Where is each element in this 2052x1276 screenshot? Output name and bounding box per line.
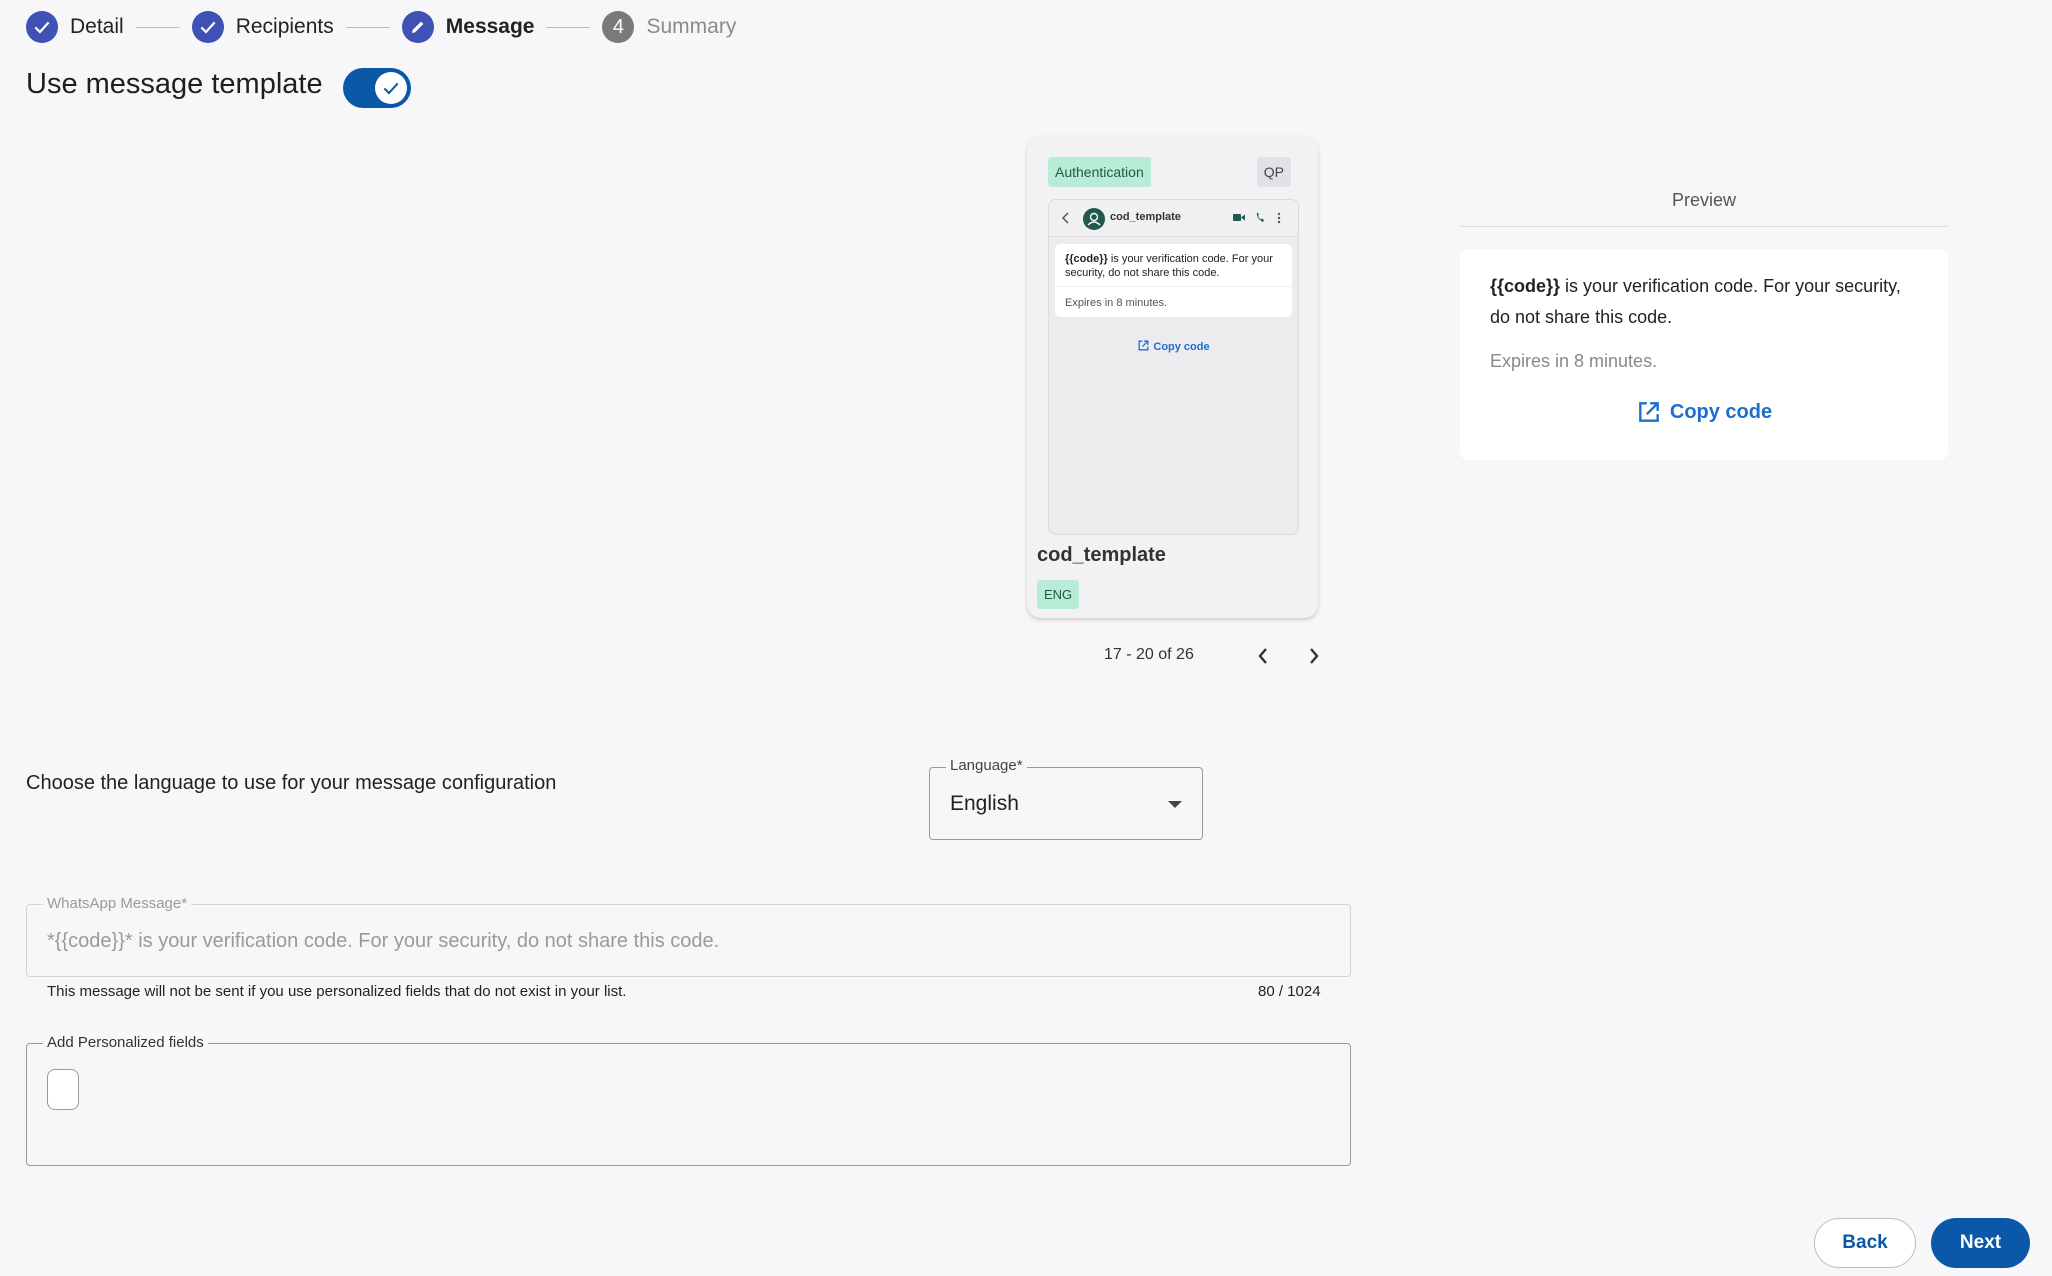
phone-mockup: cod_template {{code}} is your verificati… (1048, 199, 1299, 535)
step-connector (135, 26, 180, 28)
step-message[interactable]: Message (401, 11, 535, 43)
phone-copy-code-button: Copy code (1049, 339, 1298, 353)
step-label: Message (445, 15, 535, 38)
user-icon (1087, 212, 1101, 226)
language-select[interactable]: Language* English (929, 757, 1203, 840)
whatsapp-message-field[interactable]: WhatsApp Message* *{{code}}* is your ver… (26, 895, 1351, 977)
personalized-fields-box: Add Personalized fields (26, 1034, 1351, 1166)
pagination-label: 17 - 20 of 26 (1104, 646, 1194, 663)
external-link-icon (1639, 402, 1659, 422)
character-counter: 80 / 1024 (1258, 983, 1321, 1000)
use-template-label: Use message template (26, 68, 323, 100)
phone-message-text: {{code}} is your verification code. For … (1065, 253, 1273, 279)
avatar (1083, 208, 1105, 230)
more-vert-icon (1277, 212, 1281, 224)
back-arrow-icon (1061, 212, 1069, 224)
next-button[interactable]: Next (1931, 1218, 2030, 1268)
language-label: Language* (946, 757, 1027, 774)
chevron-right-icon (1310, 648, 1319, 664)
preview-message-text: {{code}} is your verification code. For … (1490, 276, 1901, 327)
dropdown-arrow-icon (1168, 801, 1182, 808)
contact-name: cod_template (1110, 211, 1181, 223)
language-badge: ENG (1037, 580, 1080, 609)
step-label: Detail (70, 15, 124, 38)
category-badge: Authentication (1048, 157, 1151, 187)
personalized-field-chip[interactable] (47, 1069, 79, 1110)
language-description: Choose the language to use for your mess… (26, 772, 557, 794)
video-call-icon (1233, 214, 1245, 221)
step-detail[interactable]: Detail (26, 11, 124, 43)
check-icon (375, 72, 407, 104)
phone-message-footer: Expires in 8 minutes. (1055, 286, 1292, 317)
template-card[interactable]: Authentication QP cod_template {{code}} … (1027, 136, 1318, 618)
preview-title: Preview (1671, 190, 1737, 210)
whatsapp-message-label: WhatsApp Message* (43, 895, 192, 912)
next-page-button[interactable] (1302, 644, 1326, 668)
whatsapp-message-helper: This message will not be sent if you use… (47, 983, 627, 1000)
step-label: Summary (646, 15, 737, 38)
personalized-fields-label: Add Personalized fields (43, 1034, 208, 1051)
language-value: English (950, 792, 1019, 815)
pencil-icon (401, 11, 434, 43)
whatsapp-message-value: *{{code}}* is your verification code. Fo… (47, 930, 720, 952)
use-template-toggle[interactable] (343, 68, 411, 108)
step-recipients[interactable]: Recipients (191, 11, 334, 43)
divider (1460, 226, 1948, 227)
stepper: Detail Recipients Message 4 Summary (26, 10, 736, 44)
external-link-icon (1138, 340, 1149, 351)
preview-message: {{code}} is your verification code. For … (1460, 249, 1948, 460)
check-icon (26, 11, 58, 43)
previous-page-button[interactable] (1251, 644, 1275, 668)
phone-header: cod_template (1049, 200, 1298, 237)
step-summary[interactable]: 4 Summary (602, 11, 736, 43)
preview-copy-code-button[interactable]: Copy code (1460, 399, 1948, 425)
phone-message-bubble: {{code}} is your verification code. For … (1055, 244, 1292, 317)
chevron-left-icon (1258, 648, 1267, 664)
step-connector (546, 26, 591, 28)
step-number: 4 (602, 11, 635, 43)
preview-footer: Expires in 8 minutes. (1490, 351, 1658, 371)
step-label: Recipients (235, 15, 334, 38)
back-button[interactable]: Back (1814, 1218, 1916, 1268)
step-connector (345, 26, 390, 28)
phone-icon (1256, 212, 1264, 222)
template-name: cod_template (1037, 544, 1166, 566)
check-icon (191, 11, 224, 43)
qp-badge: QP (1256, 157, 1291, 187)
